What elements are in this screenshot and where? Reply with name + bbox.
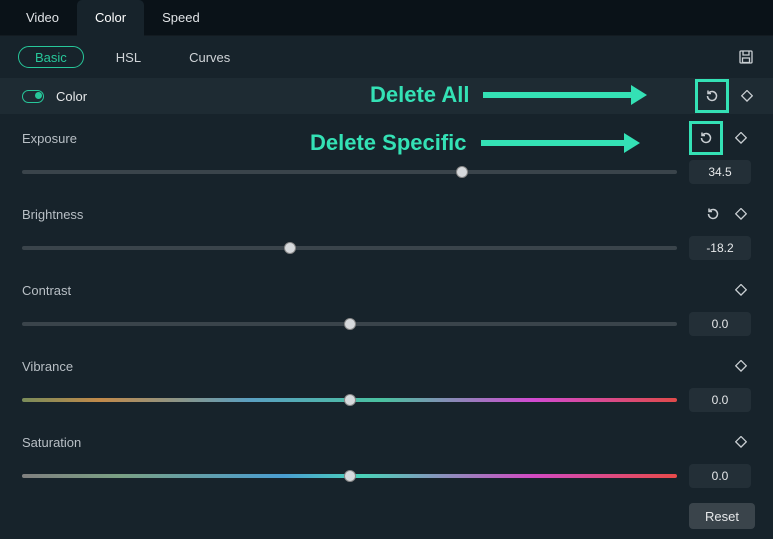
slider-brightness[interactable] <box>22 240 677 256</box>
value-saturation[interactable]: 0.0 <box>689 464 751 488</box>
reset-icon <box>705 206 721 222</box>
keyframe-exposure-button[interactable] <box>731 128 751 148</box>
subtab-hsl[interactable]: HSL <box>100 46 157 68</box>
slider-contrast[interactable] <box>22 316 677 332</box>
param-brightness: Brightness -18.2 <box>0 190 773 266</box>
label-brightness: Brightness <box>22 207 695 222</box>
color-panel: Basic HSL Curves Color Exposu <box>0 36 773 539</box>
reset-button[interactable]: Reset <box>689 503 755 529</box>
label-contrast: Contrast <box>22 283 723 298</box>
reset-icon <box>698 130 714 146</box>
reset-all-highlight <box>695 79 729 113</box>
slider-vibrance[interactable] <box>22 392 677 408</box>
section-color-title: Color <box>56 89 687 104</box>
tabs-main: Video Color Speed <box>0 0 773 36</box>
slider-thumb[interactable] <box>344 394 356 406</box>
slider-thumb[interactable] <box>284 242 296 254</box>
diamond-icon <box>735 284 747 296</box>
keyframe-contrast-button[interactable] <box>731 280 751 300</box>
diamond-icon <box>735 360 747 372</box>
reset-all-button[interactable] <box>702 86 722 106</box>
subtab-basic[interactable]: Basic <box>18 46 84 68</box>
reset-exposure-button[interactable] <box>696 128 716 148</box>
keyframe-saturation-button[interactable] <box>731 432 751 452</box>
param-saturation: Saturation 0.0 <box>0 418 773 494</box>
subtab-curves[interactable]: Curves <box>173 46 246 68</box>
diamond-icon <box>735 132 747 144</box>
diamond-icon <box>741 90 753 102</box>
diamond-icon <box>735 208 747 220</box>
value-vibrance[interactable]: 0.0 <box>689 388 751 412</box>
slider-thumb[interactable] <box>456 166 468 178</box>
reset-exposure-highlight <box>689 121 723 155</box>
slider-thumb[interactable] <box>344 470 356 482</box>
tab-speed[interactable]: Speed <box>144 0 218 36</box>
reset-brightness-button[interactable] <box>703 204 723 224</box>
value-brightness[interactable]: -18.2 <box>689 236 751 260</box>
param-contrast: Contrast 0.0 <box>0 266 773 342</box>
keyframe-vibrance-button[interactable] <box>731 356 751 376</box>
value-exposure[interactable]: 34.5 <box>689 160 751 184</box>
save-icon <box>738 49 754 65</box>
reset-icon <box>704 88 720 104</box>
slider-saturation[interactable] <box>22 468 677 484</box>
footer: Reset <box>689 503 755 529</box>
keyframe-brightness-button[interactable] <box>731 204 751 224</box>
label-saturation: Saturation <box>22 435 723 450</box>
keyframe-all-button[interactable] <box>737 86 757 106</box>
slider-thumb[interactable] <box>344 318 356 330</box>
value-contrast[interactable]: 0.0 <box>689 312 751 336</box>
label-vibrance: Vibrance <box>22 359 723 374</box>
diamond-icon <box>735 436 747 448</box>
tab-video[interactable]: Video <box>8 0 77 36</box>
toggle-color[interactable] <box>22 90 44 103</box>
tab-color[interactable]: Color <box>77 0 144 36</box>
save-preset-button[interactable] <box>735 46 757 68</box>
param-vibrance: Vibrance 0.0 <box>0 342 773 418</box>
label-exposure: Exposure <box>22 131 681 146</box>
section-color-header: Color <box>0 78 773 114</box>
subtabs: Basic HSL Curves <box>0 36 773 78</box>
param-exposure: Exposure 34.5 <box>0 114 773 190</box>
slider-exposure[interactable] <box>22 164 677 180</box>
